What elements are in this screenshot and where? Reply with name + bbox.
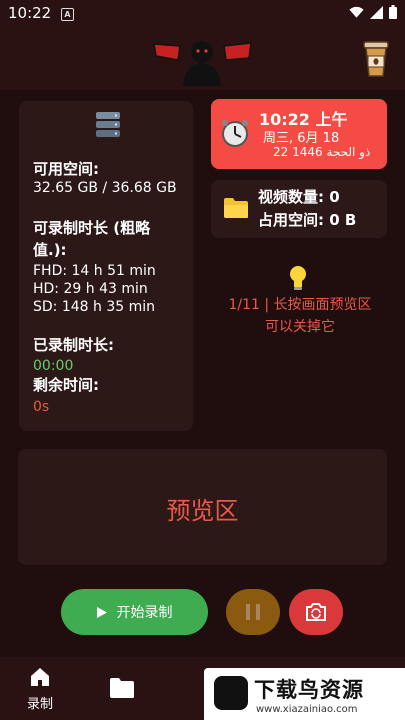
recorded-value: 00:00 — [33, 358, 74, 374]
alarm-clock-icon — [222, 120, 248, 147]
video-info-card[interactable]: 视频数量: 0 占用空间: 0 B — [211, 180, 387, 238]
remaining-label: 剩余时间: — [33, 376, 99, 394]
tip-line-2: 可以关掉它 — [265, 319, 335, 335]
remaining-value: 0s — [33, 399, 50, 415]
app-bar — [0, 28, 405, 90]
status-time: 10:22 — [8, 4, 52, 22]
free-space-value: 32.65 GB / 36.68 GB — [33, 180, 177, 196]
switch-camera-button[interactable] — [289, 589, 343, 635]
video-size: 占用空间: 0 B — [258, 211, 357, 229]
clock-date: 周三, 6月 18 — [263, 131, 340, 146]
status-bar: 10:22 A — [0, 0, 405, 28]
app-logo-icon — [153, 41, 252, 86]
nav-files-folder-icon[interactable] — [109, 677, 135, 699]
coffee-cup-icon[interactable] — [362, 40, 390, 78]
camera-preview-area[interactable]: 预览区 — [18, 449, 387, 565]
lightbulb-icon — [290, 266, 306, 290]
server-storage-icon — [96, 112, 120, 137]
home-icon — [31, 668, 49, 686]
watermark-main-text: 下载鸟资源 — [254, 678, 364, 702]
watermark-banner: 下载鸟资源 www.xiazainiao.com — [204, 668, 405, 720]
watermark-bird-logo-icon — [214, 676, 248, 710]
preview-label: 预览区 — [166, 497, 239, 525]
folder-icon — [224, 198, 248, 218]
battery-icon — [389, 5, 397, 19]
notification-icon: A — [61, 8, 74, 21]
clock-card: 10:22 上午 周三, 6月 18 22 ذو الحجة 1446 — [211, 99, 387, 169]
free-space-label: 可用空间: — [33, 160, 99, 178]
sd-duration: SD: 148 h 35 min — [33, 299, 155, 315]
pause-icon — [246, 604, 260, 620]
start-recording-label: 开始录制 — [116, 605, 173, 621]
pause-button[interactable] — [226, 589, 280, 635]
record-duration-label-cont: 值.): — [33, 241, 67, 259]
nav-record-tab[interactable]: 录制 — [20, 667, 60, 712]
nav-record-label: 录制 — [26, 697, 53, 712]
record-duration-label: 可录制时长 (粗略 — [33, 219, 151, 237]
video-count: 视频数量: 0 — [258, 188, 340, 206]
recorded-label: 已录制时长: — [33, 336, 114, 354]
tip-line-1: 1/11 | 长按画面预览区 — [228, 297, 372, 313]
storage-info-panel: 可用空间: 32.65 GB / 36.68 GB 可录制时长 (粗略 值.):… — [19, 101, 193, 431]
start-recording-button[interactable]: 开始录制 — [61, 589, 208, 635]
watermark-url: www.xiazainiao.com — [256, 704, 358, 715]
status-icons — [349, 5, 397, 19]
wifi-icon — [349, 6, 364, 18]
signal-icon — [370, 5, 383, 19]
tip-text: 1/11 | 长按画面预览区 可以关掉它 — [210, 294, 390, 338]
clock-hijri-date: 22 ذو الحجة 1446 — [273, 145, 371, 159]
fhd-duration: FHD: 14 h 51 min — [33, 263, 156, 279]
switch-camera-icon — [306, 603, 326, 621]
play-icon — [96, 606, 107, 618]
hd-duration: HD: 29 h 43 min — [33, 281, 148, 297]
